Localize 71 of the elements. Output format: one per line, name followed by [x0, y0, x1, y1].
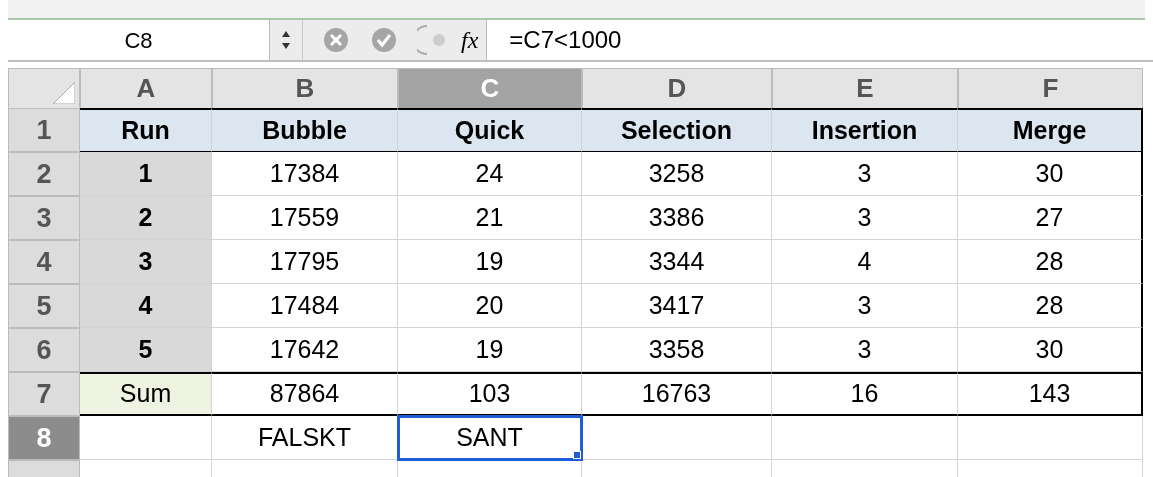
table-cell[interactable]: 30 [958, 328, 1143, 372]
fill-handle[interactable] [573, 451, 581, 459]
table-cell[interactable]: Bubble [212, 108, 398, 152]
row-header[interactable]: 5 [8, 284, 80, 328]
table-cell[interactable]: 3 [772, 196, 958, 240]
table-cell[interactable]: Insertion [772, 108, 958, 152]
table-cell[interactable] [772, 416, 958, 460]
table-cell[interactable]: 3 [772, 284, 958, 328]
table-cell[interactable]: 3258 [582, 152, 772, 196]
table-cell[interactable]: 16763 [582, 372, 772, 416]
table-cell[interactable]: 4 [80, 284, 212, 328]
table-cell[interactable]: 3417 [582, 284, 772, 328]
table-cell[interactable]: Quick [398, 108, 582, 152]
table-cell[interactable]: 28 [958, 284, 1143, 328]
row-header[interactable]: 4 [8, 240, 80, 284]
table-cell[interactable]: 16 [772, 372, 958, 416]
column-header[interactable]: D [582, 68, 772, 109]
table-cell[interactable]: Run [80, 108, 212, 152]
table-cell[interactable]: 3344 [582, 240, 772, 284]
table-cell[interactable] [582, 416, 772, 460]
table-cell[interactable]: Merge [958, 108, 1143, 152]
table-cell[interactable]: 21 [398, 196, 582, 240]
table-cell[interactable]: 17795 [212, 240, 398, 284]
table-cell[interactable]: 24 [398, 152, 582, 196]
table-cell[interactable]: 27 [958, 196, 1143, 240]
table-cell[interactable]: 1 [80, 152, 212, 196]
table-cell[interactable]: 3386 [582, 196, 772, 240]
table-cell[interactable]: 19 [398, 328, 582, 372]
table-cell[interactable]: 103 [398, 372, 582, 416]
function-icon[interactable]: fx [461, 22, 487, 58]
table-cell[interactable]: 3 [80, 240, 212, 284]
row-header[interactable]: 3 [8, 196, 80, 240]
corner-triangle-icon [53, 82, 75, 104]
check-icon[interactable] [371, 27, 397, 53]
formula-input[interactable]: =C7<1000 [486, 20, 1153, 60]
column-header[interactable]: A [80, 68, 212, 109]
table-cell[interactable] [958, 416, 1143, 460]
table-cell[interactable]: Sum [80, 372, 212, 416]
row-header[interactable]: 7 [8, 372, 80, 416]
select-all-corner[interactable] [8, 68, 80, 109]
table-cell[interactable]: 5 [80, 328, 212, 372]
table-cell[interactable]: 30 [958, 152, 1143, 196]
table-cell[interactable] [80, 416, 212, 460]
table-cell[interactable]: Selection [582, 108, 772, 152]
table-cell[interactable] [582, 460, 772, 477]
column-header[interactable]: F [958, 68, 1143, 109]
table-cell[interactable]: 3 [772, 328, 958, 372]
row-header[interactable]: 1 [8, 108, 80, 152]
table-cell[interactable]: 87864 [212, 372, 398, 416]
table-cell[interactable]: 17642 [212, 328, 398, 372]
name-box[interactable]: C8 [8, 20, 270, 60]
column-header[interactable]: B [212, 68, 398, 109]
column-header[interactable]: E [772, 68, 958, 109]
table-cell[interactable]: 20 [398, 284, 582, 328]
table-cell[interactable]: 19 [398, 240, 582, 284]
table-cell[interactable]: 143 [958, 372, 1143, 416]
table-cell[interactable]: 4 [772, 240, 958, 284]
row-header[interactable] [8, 460, 80, 477]
table-cell[interactable]: 3358 [582, 328, 772, 372]
row-header[interactable]: 6 [8, 328, 80, 372]
stepper-icon[interactable] [280, 29, 292, 51]
table-cell[interactable]: 28 [958, 240, 1143, 284]
cancel-icon[interactable] [323, 27, 349, 53]
table-cell[interactable]: 2 [80, 196, 212, 240]
table-cell[interactable]: 3 [772, 152, 958, 196]
table-cell[interactable]: FALSKT [212, 416, 398, 460]
row-header[interactable]: 2 [8, 152, 80, 196]
table-cell[interactable]: 17384 [212, 152, 398, 196]
table-cell[interactable]: 17484 [212, 284, 398, 328]
table-cell[interactable]: 17559 [212, 196, 398, 240]
table-cell[interactable]: SANT [398, 416, 582, 460]
